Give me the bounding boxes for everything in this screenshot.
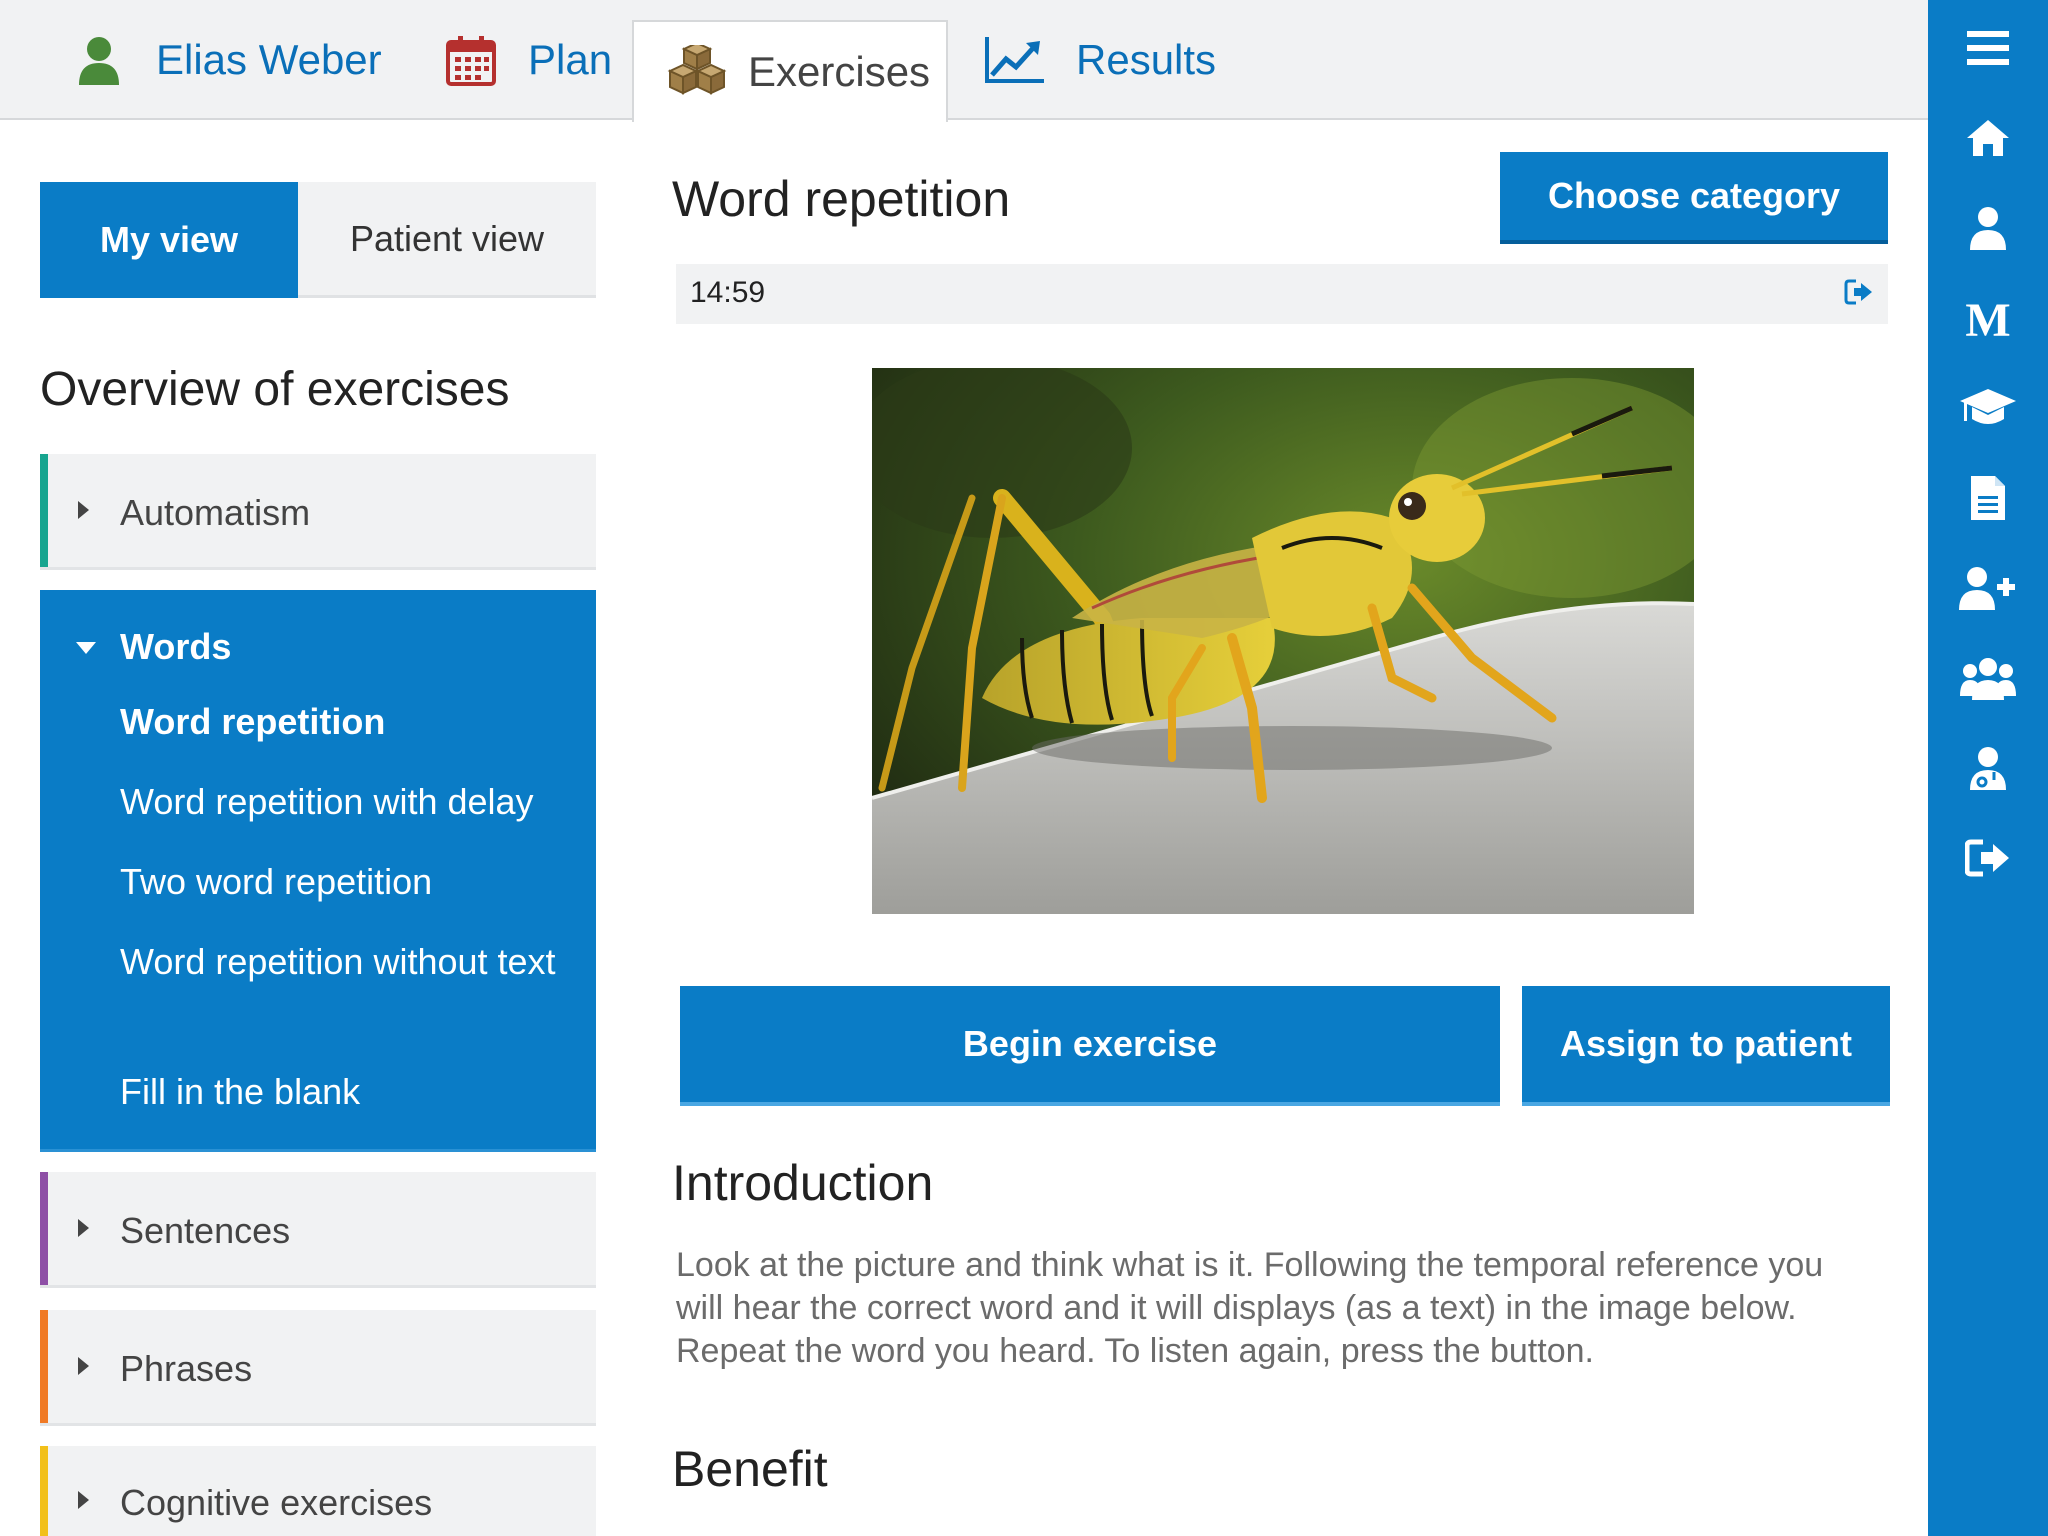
category-color-bar: [40, 1172, 48, 1285]
category-label: Cognitive exercises: [120, 1482, 433, 1523]
patient-view-button[interactable]: Patient view: [298, 182, 596, 298]
caret-down-icon[interactable]: [76, 642, 96, 654]
caret-right-icon: [78, 501, 89, 519]
category-automatism[interactable]: Automatism: [40, 454, 596, 570]
category-cognitive-exercises[interactable]: Cognitive exercises: [40, 1446, 596, 1536]
sign-out-icon[interactable]: [1928, 823, 2048, 893]
category-color-bar: [40, 1446, 48, 1536]
top-tab-bar: Elias Weber Plan Exercises Results: [0, 0, 1928, 122]
exercise-image-grasshopper: [872, 368, 1694, 914]
exercise-item-fill-in-the-blank[interactable]: Fill in the blank: [120, 1070, 570, 1114]
tab-user[interactable]: Elias Weber: [72, 0, 382, 120]
category-color-bar: [40, 1310, 48, 1423]
tab-exercises[interactable]: Exercises: [632, 20, 948, 122]
exit-icon[interactable]: [1844, 278, 1874, 311]
category-label[interactable]: Words: [120, 626, 231, 668]
user-icon: [72, 33, 126, 87]
introduction-text: Look at the picture and think what is it…: [676, 1246, 1824, 1370]
doctor-icon[interactable]: [1928, 733, 2048, 803]
assign-to-patient-button[interactable]: Assign to patient: [1522, 986, 1890, 1106]
view-toggle: My view Patient view: [40, 182, 596, 298]
begin-exercise-button[interactable]: Begin exercise: [680, 986, 1500, 1106]
category-sentences[interactable]: Sentences: [40, 1172, 596, 1288]
tab-user-label: Elias Weber: [156, 36, 382, 83]
menu-icon[interactable]: [1928, 13, 2048, 83]
cubes-icon: [664, 45, 730, 99]
svg-text:M: M: [1965, 296, 2010, 340]
home-icon[interactable]: [1928, 103, 2048, 173]
category-label: Automatism: [120, 492, 311, 533]
timer-bar: 14:59: [676, 264, 1888, 324]
graduation-cap-icon[interactable]: [1928, 373, 2048, 443]
choose-category-button[interactable]: Choose category: [1500, 152, 1888, 244]
category-label: Phrases: [120, 1348, 253, 1389]
exercise-item-word-repetition-without-text[interactable]: Word repetition without text: [120, 940, 570, 984]
tab-results-label: Results: [1076, 36, 1217, 83]
category-color-bar: [40, 454, 48, 567]
group-icon[interactable]: [1928, 643, 2048, 713]
tab-plan[interactable]: Plan: [444, 0, 612, 120]
caret-right-icon: [78, 1357, 89, 1375]
add-user-icon[interactable]: [1928, 553, 2048, 623]
document-icon[interactable]: [1928, 463, 2048, 533]
profile-icon[interactable]: [1928, 193, 2048, 263]
m-icon[interactable]: M: [1928, 283, 2048, 353]
my-view-button[interactable]: My view: [40, 182, 298, 298]
introduction-heading: Introduction: [672, 1155, 934, 1211]
caret-right-icon: [78, 1219, 89, 1237]
timer-value: 14:59: [690, 276, 766, 309]
tab-exercises-label: Exercises: [748, 48, 931, 95]
category-words-expanded: Words Word repetition Word repetition wi…: [40, 590, 596, 1152]
line-chart-icon: [984, 33, 1046, 87]
benefit-heading: Benefit: [672, 1441, 828, 1497]
category-label: Sentences: [120, 1210, 291, 1251]
tab-plan-label: Plan: [528, 36, 613, 83]
overview-title: Overview of exercises: [40, 363, 510, 416]
exercise-title: Word repetition: [672, 171, 1011, 227]
exercise-item-word-repetition-delay[interactable]: Word repetition with delay: [120, 780, 570, 824]
category-phrases[interactable]: Phrases: [40, 1310, 596, 1426]
exercise-item-word-repetition[interactable]: Word repetition: [120, 700, 570, 744]
tab-results[interactable]: Results: [984, 0, 1216, 120]
exercise-item-two-word-repetition[interactable]: Two word repetition: [120, 860, 570, 904]
caret-right-icon: [78, 1491, 89, 1509]
calendar-icon: [444, 33, 498, 87]
icon-sidebar: M: [1928, 0, 2048, 1536]
